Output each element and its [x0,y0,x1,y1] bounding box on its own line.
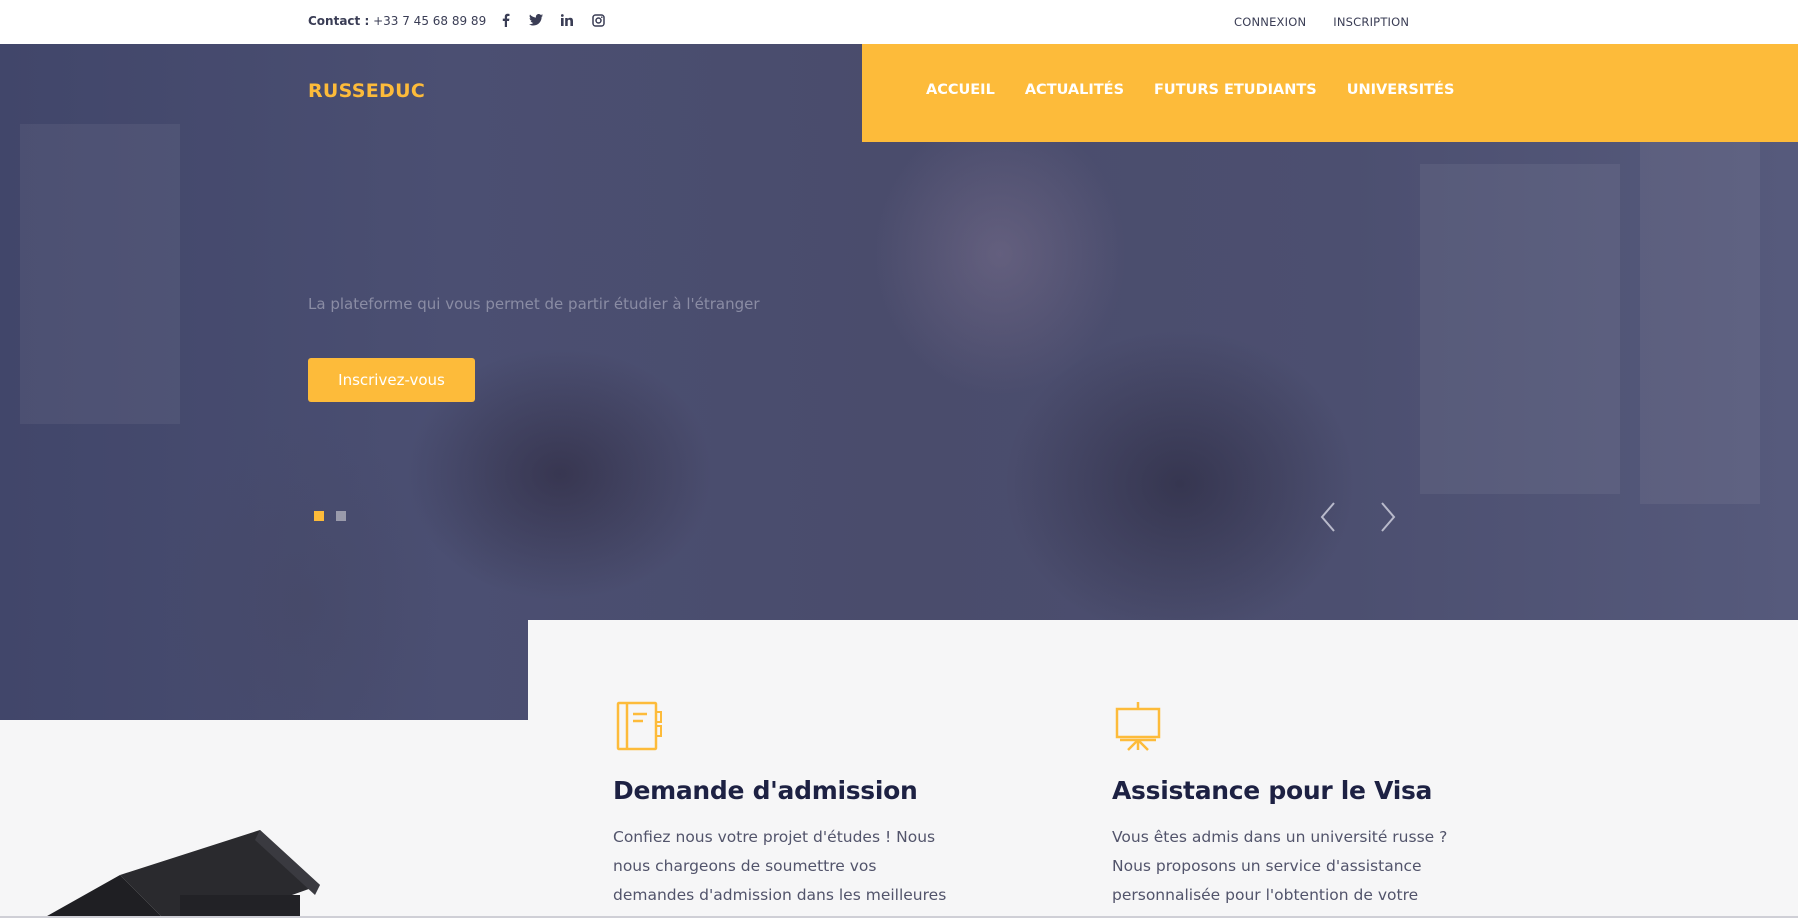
signup-link[interactable]: INSCRIPTION [1333,15,1409,29]
feature-text: Vous êtes admis dans un université russe… [1112,828,1448,904]
feature-title: Demande d'admission [613,776,918,805]
nav-menu: ACCUEIL ACTUALITÉS FUTURS ETUDIANTS UNIV… [926,82,1454,98]
slider-pagination [314,511,346,521]
nav-item-futurs-etudiants[interactable]: FUTURS ETUDIANTS [1154,82,1317,98]
notebook-icon [616,701,662,751]
background-shelf [1640,104,1760,504]
social-links [497,12,606,28]
feature-card-visa: Assistance pour le Visa Vous êtes admis … [1112,700,1472,910]
nav-item-universites[interactable]: UNIVERSITÉS [1347,82,1455,98]
top-bar: Contact : +33 7 45 68 89 89 CONNEXION IN… [0,0,1798,44]
chevron-left-icon[interactable] [1316,500,1340,534]
chevron-right-icon[interactable] [1376,500,1400,534]
graduation-cap-icon [43,830,320,918]
graduation-image [0,720,528,918]
login-link[interactable]: CONNEXION [1234,15,1306,29]
auth-links: CONNEXION INSCRIPTION [1234,15,1409,29]
signup-cta-button[interactable]: Inscrivez-vous [308,358,475,402]
hero-slider: RUSSEDUC ACCUEIL ACTUALITÉS FUTURS ETUDI… [0,44,1798,720]
background-shelf [1420,164,1620,494]
twitter-icon[interactable] [528,12,544,28]
feature-card-admission: Demande d'admission Confiez nous votre p… [613,700,973,910]
facebook-icon[interactable] [497,12,513,28]
nav-item-accueil[interactable]: ACCUEIL [926,82,995,98]
main-nav: ACCUEIL ACTUALITÉS FUTURS ETUDIANTS UNIV… [862,44,1798,142]
contact-info: Contact : +33 7 45 68 89 89 [308,14,486,28]
contact-label: Contact : [308,14,370,28]
slider-dot-1[interactable] [314,511,324,521]
contact-phone[interactable]: +33 7 45 68 89 89 [373,14,486,28]
feature-text: Confiez nous votre projet d'études ! Nou… [613,828,947,904]
site-logo[interactable]: RUSSEDUC [308,80,425,102]
hero-tagline: La plateforme qui vous permet de partir … [308,295,760,313]
linkedin-icon[interactable] [559,12,575,28]
slider-dot-2[interactable] [336,511,346,521]
background-shelf [20,124,180,424]
features-section: Demande d'admission Confiez nous votre p… [528,620,1798,918]
feature-title: Assistance pour le Visa [1112,776,1433,805]
presentation-board-icon [1115,702,1161,751]
instagram-icon[interactable] [590,12,606,28]
nav-item-actualites[interactable]: ACTUALITÉS [1025,82,1124,98]
